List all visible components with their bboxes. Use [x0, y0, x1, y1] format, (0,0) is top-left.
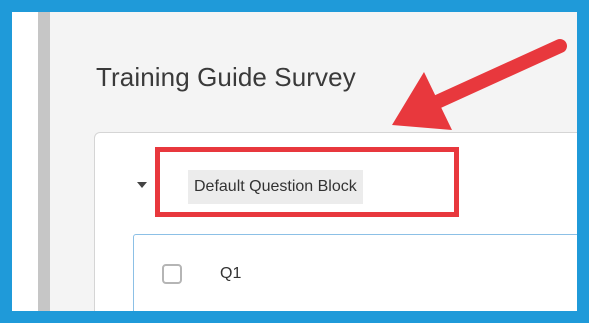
sidebar-scrollbar[interactable]	[38, 12, 50, 311]
screenshot-frame: Training Guide Survey Default Question B…	[0, 0, 589, 323]
question-label: Q1	[220, 265, 242, 282]
annotation-highlight-box	[155, 147, 459, 217]
outer-sidebar	[12, 12, 39, 311]
caret-down-icon[interactable]	[137, 182, 147, 188]
question-select-checkbox[interactable]	[162, 264, 182, 284]
survey-title: Training Guide Survey	[96, 62, 356, 92]
question-card[interactable]	[133, 234, 577, 311]
